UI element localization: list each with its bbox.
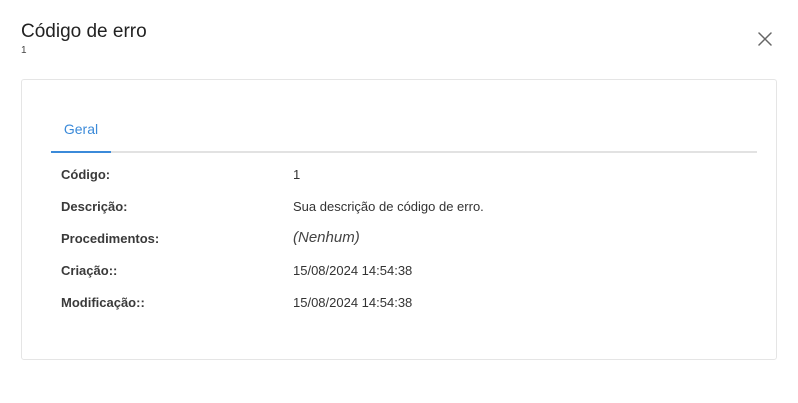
dialog-header: Código de erro 1	[21, 20, 798, 57]
field-label: Modificação::	[61, 295, 145, 310]
field-value: 1	[293, 167, 301, 182]
field-value: 15/08/2024 14:54:38	[293, 295, 413, 310]
details-card: Geral Código: 1 Descrição: Sua descrição…	[21, 79, 777, 360]
field-label: Criação::	[61, 263, 118, 278]
dialog-title: Código de erro	[21, 21, 147, 42]
field-value: 15/08/2024 14:54:38	[293, 263, 413, 278]
field-value: (Nenhum)	[293, 229, 360, 246]
close-icon	[758, 32, 772, 46]
close-button[interactable]	[755, 29, 775, 49]
field-label: Procedimentos:	[61, 231, 160, 246]
field-value: Sua descrição de código de erro.	[293, 199, 484, 214]
field-label: Descrição:	[61, 199, 128, 214]
tab-active-indicator	[51, 151, 111, 153]
field-label: Código:	[61, 167, 111, 182]
tab-label: Geral	[63, 121, 99, 137]
tab-bar: Geral	[51, 112, 757, 153]
tab-geral[interactable]: Geral	[51, 112, 111, 153]
dialog-subtitle: 1	[21, 45, 27, 56]
